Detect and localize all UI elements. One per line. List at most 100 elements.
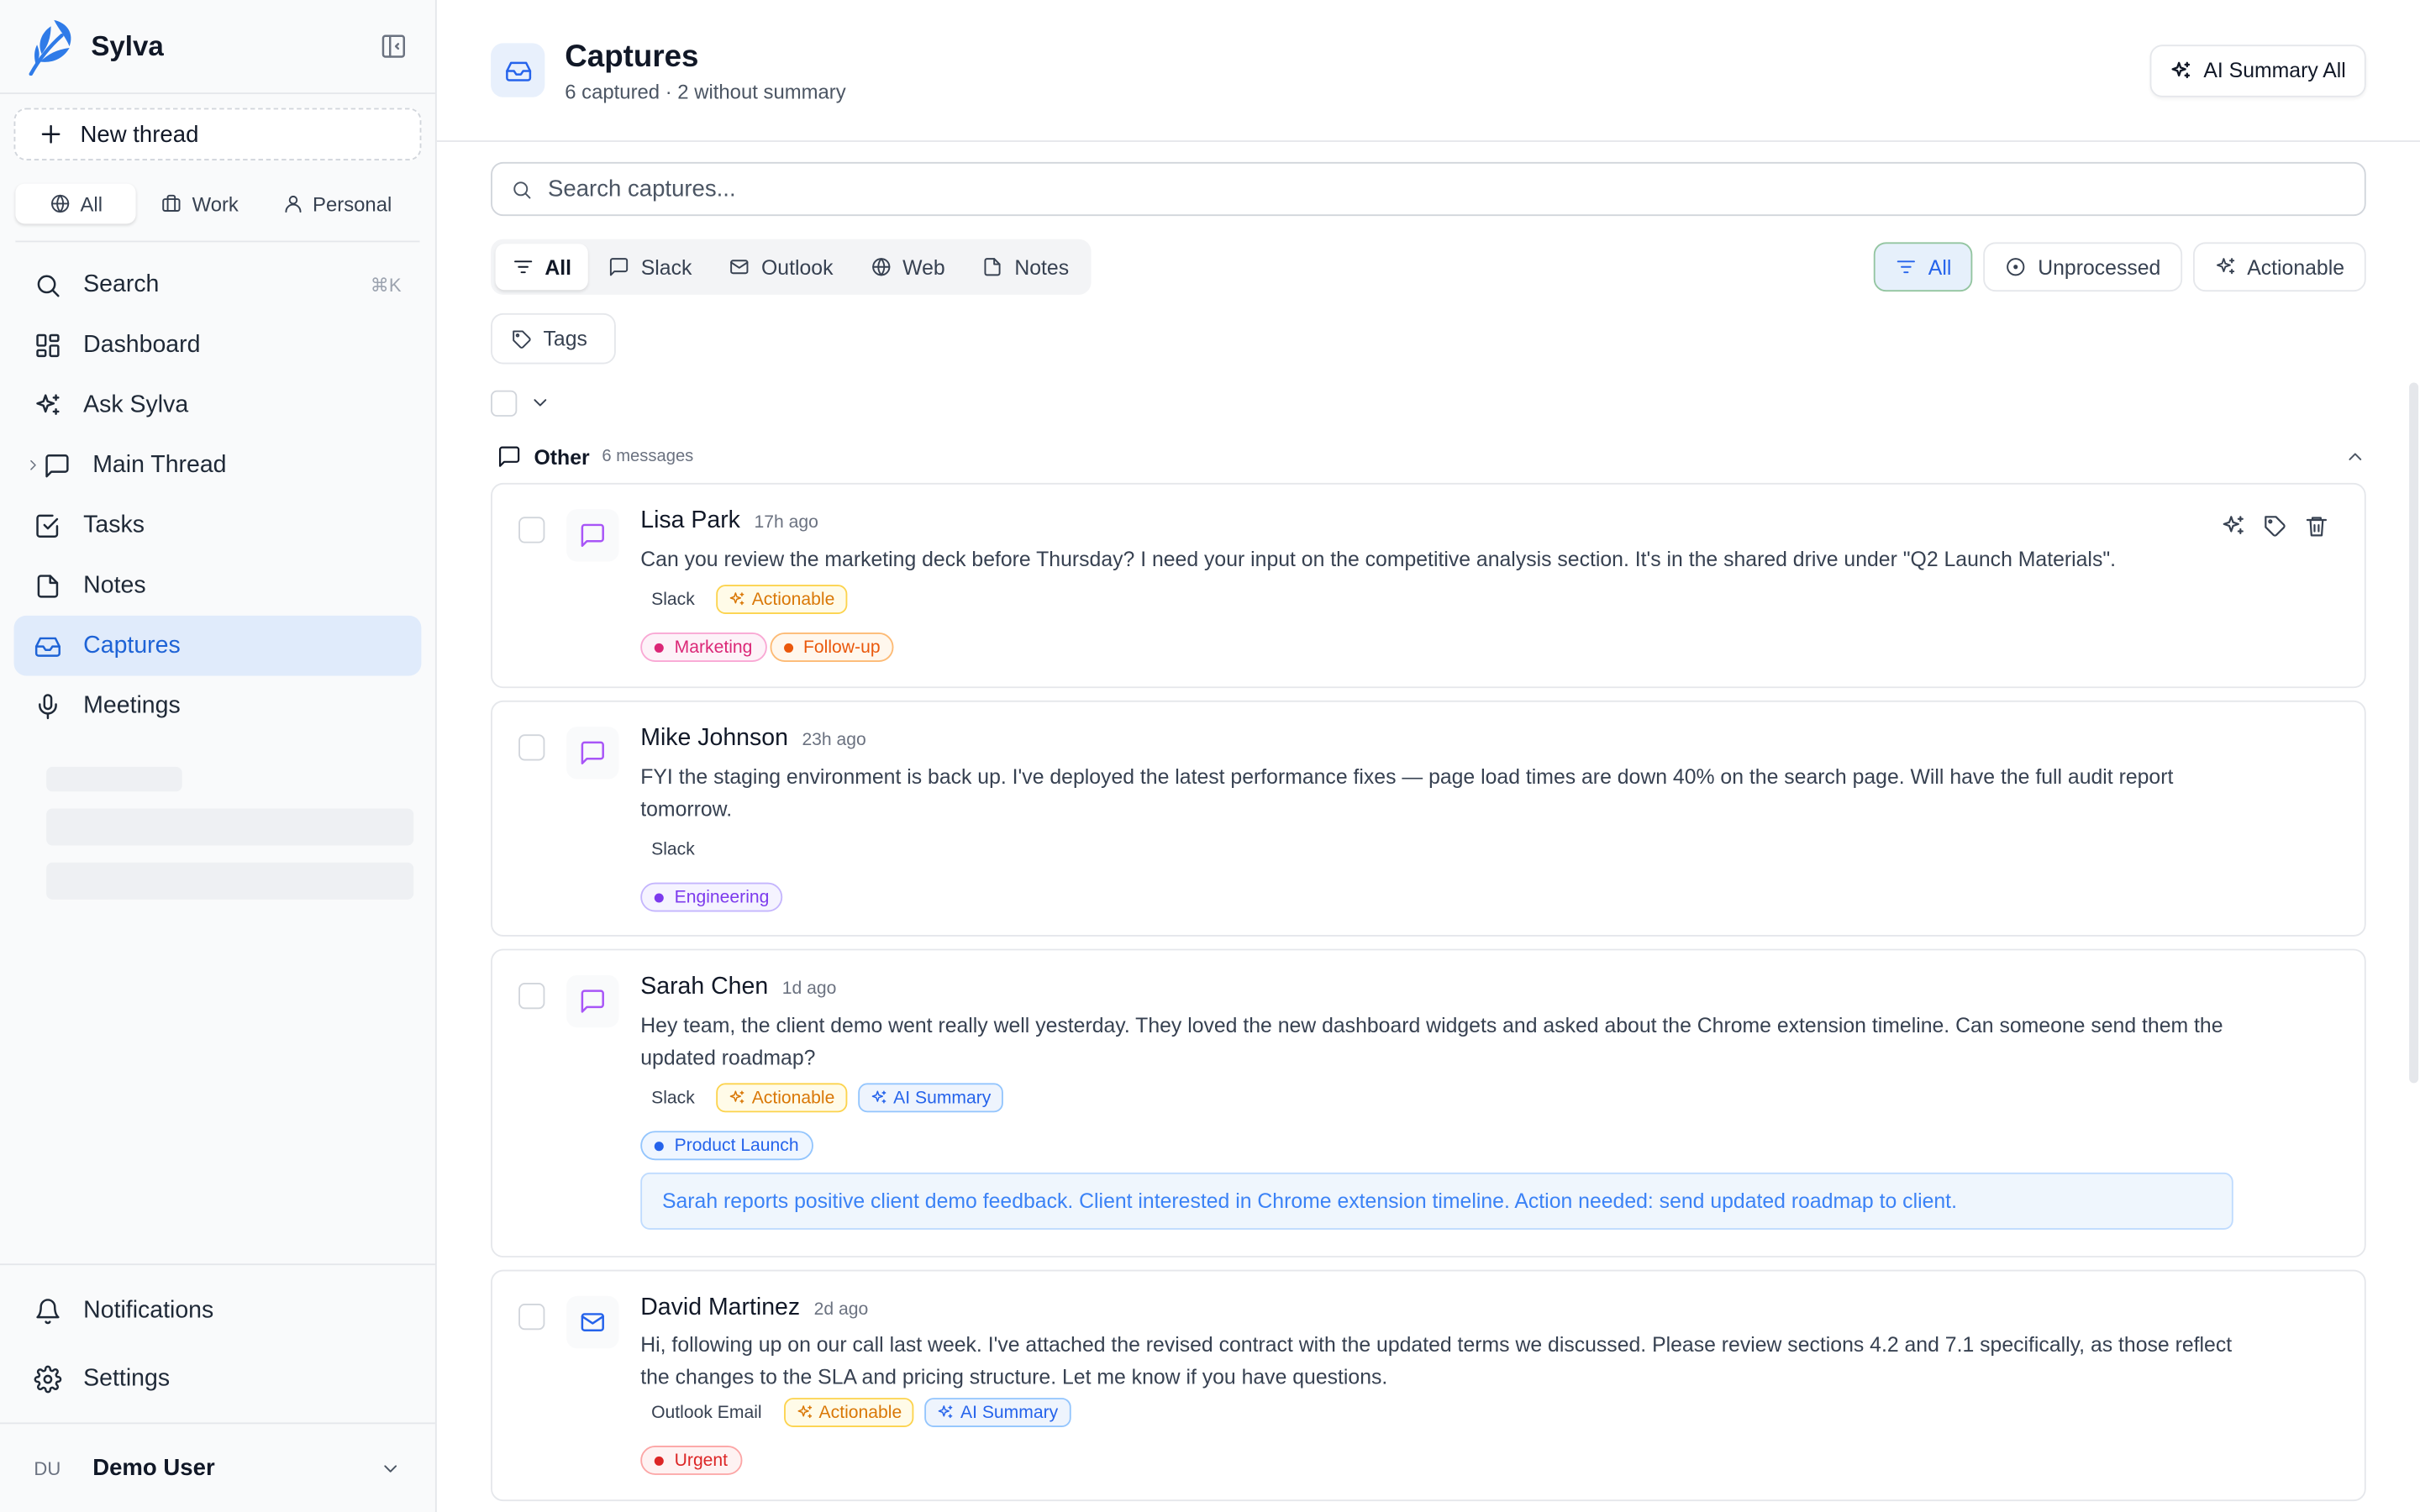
source-filter-outlook[interactable]: Outlook	[712, 244, 850, 290]
sidebar-item-search[interactable]: Search ⌘K	[14, 255, 422, 315]
capture-card[interactable]: Sarah Chen 1d ago Hey team, the client d…	[491, 948, 2366, 1257]
chevron-up-icon[interactable]	[2344, 446, 2366, 468]
sidebar-item-label: Captures	[83, 632, 181, 659]
new-thread-button[interactable]: New thread	[13, 108, 422, 161]
scope-work[interactable]: Work	[143, 184, 257, 224]
sidebar-item-label: Tasks	[83, 511, 145, 538]
ai-summary-box: Sarah reports positive client demo feedb…	[640, 1172, 2233, 1230]
ai-summary-chip: AI Summary	[857, 1083, 1004, 1113]
slack-source-badge	[566, 974, 619, 1028]
source-filter-slack[interactable]: Slack	[592, 244, 709, 290]
actionable-chip: Actionable	[716, 585, 848, 615]
source-filter-group: All Slack Outlook Web Notes	[491, 239, 1091, 295]
status-filter-label: Actionable	[2247, 255, 2344, 279]
main-content: Captures 6 captured · 2 without summary …	[436, 0, 2420, 1512]
sparkles-icon[interactable]	[2221, 514, 2245, 538]
globe-icon	[51, 194, 70, 213]
capture-checkbox[interactable]	[518, 1304, 545, 1331]
capture-card[interactable]: Lisa Park 17h ago Can you review the mar…	[491, 482, 2366, 689]
ai-summary-chip: AI Summary	[924, 1398, 1071, 1427]
tags-filter-button[interactable]: Tags	[491, 312, 616, 365]
app-name: Sylva	[91, 29, 164, 61]
group-count: 6 messages	[602, 447, 694, 466]
captures-badge	[491, 43, 545, 97]
tag-label: Engineering	[674, 888, 770, 907]
tag-chip[interactable]: Product Launch	[640, 1131, 813, 1161]
trash-icon[interactable]	[2304, 514, 2328, 538]
capture-sender: Mike Johnson	[640, 725, 788, 752]
tag-icon[interactable]	[2263, 514, 2287, 538]
capture-checkbox[interactable]	[518, 517, 545, 543]
source-chip: Slack	[651, 590, 695, 609]
sidebar: Sylva New thread All Work Personal Searc…	[0, 0, 437, 1512]
actionable-label: Actionable	[818, 1403, 902, 1422]
sidebar-item-ask-sylva[interactable]: Ask Sylva	[14, 375, 422, 435]
ai-summary-all-button[interactable]: AI Summary All	[2149, 44, 2366, 97]
status-filter-all[interactable]: All	[1874, 242, 1974, 292]
select-all-checkbox[interactable]	[491, 389, 518, 416]
sidebar-item-meetings[interactable]: Meetings	[14, 675, 422, 736]
tags-filter-label: Tags	[543, 327, 587, 350]
status-filter-group: All Unprocessed Actionable	[1874, 242, 2366, 292]
scrollbar-thumb[interactable]	[2409, 382, 2419, 1084]
tag-chip[interactable]: Marketing	[640, 633, 766, 662]
sidebar-item-captures[interactable]: Captures	[13, 615, 422, 676]
scope-all[interactable]: All	[15, 183, 137, 224]
status-filter-unprocessed[interactable]: Unprocessed	[1983, 242, 2183, 292]
sidebar-item-label: Dashboard	[83, 330, 201, 358]
actionable-label: Actionable	[751, 1088, 835, 1107]
group-header[interactable]: Other 6 messages	[497, 443, 2365, 470]
inbox-icon	[505, 60, 531, 81]
sidebar-item-notes[interactable]: Notes	[14, 555, 422, 616]
capture-sender: David Martinez	[640, 1294, 801, 1321]
sidebar-footer: Notifications Settings	[0, 1263, 435, 1413]
capture-card[interactable]: Mike Johnson 23h ago FYI the staging env…	[491, 700, 2366, 937]
tag-label: Urgent	[674, 1451, 729, 1470]
sparkles-icon	[2170, 60, 2190, 78]
sidebar-item-dashboard[interactable]: Dashboard	[14, 315, 422, 375]
user-name: Demo User	[92, 1455, 215, 1482]
loading-placeholder	[46, 808, 414, 846]
user-menu[interactable]: DU Demo User	[0, 1422, 435, 1512]
circle-dot-icon	[2007, 258, 2026, 276]
source-filter-notes[interactable]: Notes	[965, 244, 1086, 290]
search-input[interactable]	[548, 176, 2346, 202]
chevron-right-icon[interactable]	[24, 457, 41, 474]
sidebar-item-label: Main Thread	[92, 451, 227, 478]
chevron-down-icon[interactable]	[529, 392, 551, 414]
sidebar-item-label: Meetings	[83, 691, 181, 718]
file-icon	[985, 258, 1002, 276]
capture-card[interactable]: David Martinez 2d ago Hi, following up o…	[491, 1269, 2366, 1502]
capture-checkbox[interactable]	[518, 734, 545, 761]
avatar: DU	[34, 1457, 61, 1479]
capture-sender: Sarah Chen	[640, 973, 769, 1000]
tag-chip[interactable]: Follow-up	[769, 633, 895, 662]
email-source-badge	[566, 1295, 619, 1349]
sparkles-icon	[729, 1090, 744, 1104]
sparkles-icon	[2216, 258, 2235, 275]
file-icon	[37, 574, 59, 597]
sidebar-item-settings[interactable]: Settings	[14, 1346, 422, 1414]
source-filter-web[interactable]: Web	[853, 244, 962, 290]
tag-chip[interactable]: Urgent	[640, 1446, 742, 1475]
actionable-label: Actionable	[751, 590, 835, 609]
source-filter-all[interactable]: All	[495, 244, 589, 291]
source-filter-label: Notes	[1014, 255, 1070, 279]
actionable-chip: Actionable	[716, 1083, 848, 1113]
briefcase-icon	[163, 194, 182, 212]
status-filter-actionable[interactable]: Actionable	[2192, 242, 2366, 292]
group-name: Other	[534, 444, 590, 469]
search-icon	[37, 274, 60, 297]
sidebar-item-tasks[interactable]: Tasks	[14, 496, 422, 556]
sidebar-item-main-thread[interactable]: Main Thread	[14, 435, 422, 496]
brand-header: Sylva	[0, 0, 435, 95]
capture-checkbox[interactable]	[518, 982, 545, 1010]
sidebar-item-notifications[interactable]: Notifications	[14, 1278, 422, 1346]
scope-personal[interactable]: Personal	[263, 184, 410, 224]
ai-summary-all-label: AI Summary All	[2203, 58, 2346, 82]
tag-chip[interactable]: Engineering	[640, 882, 783, 912]
capture-sender: Lisa Park	[640, 507, 740, 534]
sparkles-icon	[797, 1405, 812, 1419]
collapse-sidebar-icon[interactable]	[380, 33, 408, 60]
actionable-chip: Actionable	[783, 1398, 914, 1427]
